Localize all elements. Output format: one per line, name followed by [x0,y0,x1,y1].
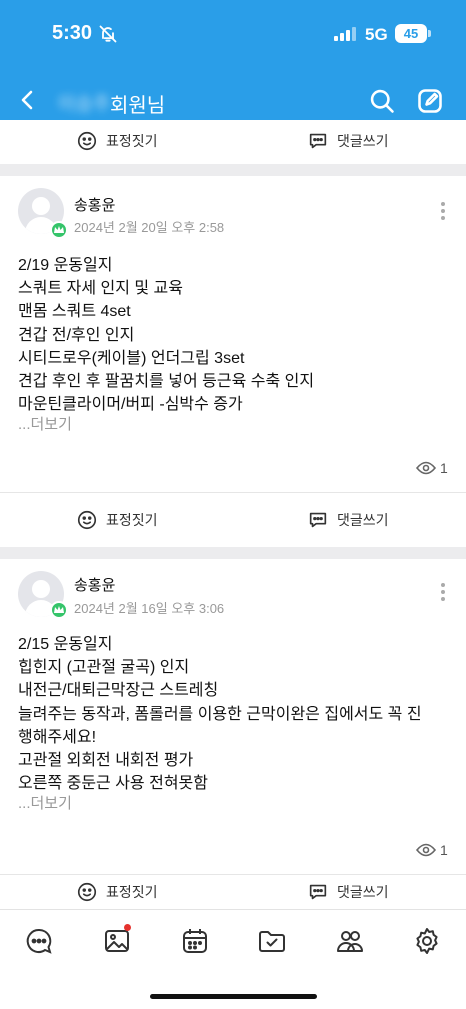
post-card: 송홍윤 2024년 2월 20일 오후 2:58 2/19 운동일지 스쿼트 자… [0,176,466,546]
comment-label: 댓글쓰기 [337,512,389,528]
view-count-value: 1 [440,460,448,476]
read-more-link[interactable]: ...더보기 [18,413,72,434]
post-line: 견갑 전/후인 인지 [18,326,135,344]
tab-settings[interactable] [412,926,442,956]
tab-calendar[interactable] [180,926,210,956]
post-line: 2/19 운동일지 [18,257,113,274]
post-line: 행해주세요! [18,728,97,746]
post-line: 늘려주는 동작과, 폼롤러를 이용한 근막이완은 집에서도 꼭 진 [18,705,422,723]
smile-icon [77,131,97,151]
emoji-react-label: 표정짓기 [106,133,158,149]
more-options-icon[interactable] [437,583,449,605]
post-line: 견갑 후인 후 팔꿈치를 넣어 등근육 수축 인지 [18,373,315,391]
emoji-react-button[interactable]: 표정짓기 [76,493,158,547]
post-body[interactable]: 2/19 운동일지 스쿼트 자세 인지 및 교육 맨몸 스쿼트 4set 견갑 … [18,254,454,416]
home-indicator [150,994,317,999]
comment-button[interactable]: 댓글쓰기 [307,493,389,547]
eye-icon [416,843,436,857]
post-line: 시티드로우(케이블) 언더그립 3set [18,349,245,367]
view-count: 1 [416,842,448,858]
search-icon[interactable] [368,87,396,115]
edit-icon[interactable] [416,87,444,115]
post-actions: 표정짓기 댓글쓰기 [0,875,466,909]
battery-indicator: 45 [395,24,427,43]
post-line: 오른쪽 중둔근 사용 전혀못함 [18,775,208,793]
comment-icon [309,133,327,149]
settings-icon [416,928,438,954]
back-icon[interactable] [16,88,40,112]
smile-icon [77,510,97,530]
post-actions: 표정짓기 댓글쓰기 [0,493,466,547]
post-actions-partial: 표정짓기 댓글쓰기 [0,120,466,162]
eye-icon [416,461,436,475]
emoji-react-button[interactable]: 표정짓기 [76,120,158,162]
post-date: 2024년 2월 16일 오후 3:06 [74,601,225,616]
post-line: 힙힌지 (고관절 굴곡) 인지 [18,659,190,677]
emoji-react-label: 표정짓기 [106,512,158,528]
chat-icon [26,928,52,954]
post-card: 송홍윤 2024년 2월 16일 오후 3:06 2/15 운동일지 힙힌지 (… [0,559,466,879]
post-line: 맨몸 스쿼트 4set [18,303,131,321]
post-line: 스쿼트 자세 인지 및 교육 [18,280,183,298]
post-date: 2024년 2월 20일 오후 2:58 [74,220,225,235]
calendar-icon [183,929,207,953]
bottom-tab-bar [0,909,466,1009]
post-line: 내전근/대퇴근막장근 스트레칭 [18,682,219,700]
post-author: 송홍윤 [74,197,116,214]
emoji-react-button[interactable]: 표정짓기 [76,875,158,909]
more-options-icon[interactable] [437,202,449,224]
network-type: 5G [365,25,388,44]
comment-icon [309,884,327,900]
status-time: 5:30 [52,22,93,44]
bell-off-icon [99,25,117,43]
status-bar: 5:30 5G 45 [0,0,466,70]
post-author: 송홍윤 [74,577,116,594]
section-divider [0,164,466,176]
page-title: 회원님 [110,95,166,117]
member-name: 이승주 [58,94,111,115]
post-line: 마운틴클라이머/버피 -심박수 증가 [18,396,243,414]
comment-label: 댓글쓰기 [337,133,389,149]
read-more-link[interactable]: ...더보기 [18,792,72,813]
section-divider [0,547,466,559]
comment-label: 댓글쓰기 [337,884,389,900]
comment-icon [309,512,327,528]
tab-gallery[interactable] [102,924,132,956]
post-line: 고관절 외회전 내회전 평가 [18,752,194,770]
emoji-react-label: 표정짓기 [106,884,158,900]
signal-icon [334,27,356,41]
post-line: 2/15 운동일지 [18,636,113,653]
comment-button[interactable]: 댓글쓰기 [307,120,389,162]
view-count-value: 1 [440,842,448,858]
crown-badge-icon [50,221,68,239]
crown-badge-icon [50,601,68,619]
comment-button[interactable]: 댓글쓰기 [307,875,389,909]
view-count: 1 [416,460,448,476]
post-body[interactable]: 2/15 운동일지 힙힌지 (고관절 굴곡) 인지 내전근/대퇴근막장근 스트레… [18,633,454,795]
tab-chat[interactable] [24,926,54,956]
smile-icon [77,882,97,902]
battery-tip [428,30,431,37]
folder-check-icon [259,931,285,952]
tab-members[interactable] [335,926,365,956]
members-icon [337,931,363,952]
notification-dot [124,924,131,931]
tab-folder[interactable] [257,926,287,956]
